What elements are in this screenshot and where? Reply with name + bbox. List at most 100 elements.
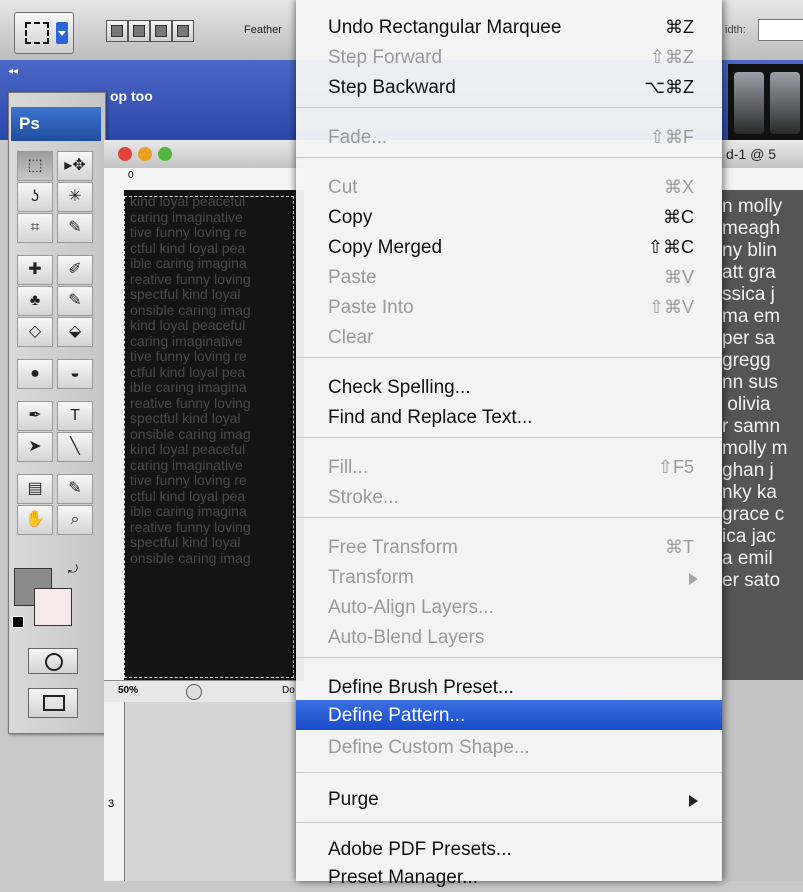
menu-shortcut: ⇧F5 bbox=[657, 457, 694, 477]
menu-item-clear[interactable]: Clear bbox=[296, 322, 722, 352]
menu-shortcut: ⇧⌘F bbox=[649, 127, 694, 147]
menu-item-paste[interactable]: Paste ⌘V bbox=[296, 262, 722, 292]
menu-item-preset-manager[interactable]: Preset Manager... bbox=[296, 862, 722, 892]
ruler-label: 3 bbox=[108, 798, 115, 810]
menu-item-fade[interactable]: Fade... ⇧⌘F bbox=[296, 122, 722, 152]
type-tool[interactable]: T bbox=[57, 401, 93, 431]
menu-item-cut[interactable]: Cut ⌘X bbox=[296, 172, 722, 202]
zoom-window-icon[interactable] bbox=[158, 147, 172, 161]
menu-item-copy-merged[interactable]: Copy Merged ⇧⌘C bbox=[296, 232, 722, 262]
width-label: idth: bbox=[725, 24, 746, 36]
menu-item-paste-into[interactable]: Paste Into ⇧⌘V bbox=[296, 292, 722, 322]
menu-item-undo-rectangular-marquee[interactable]: Undo Rectangular Marquee ⌘Z bbox=[296, 12, 722, 42]
right-canvas-text-line: r samn bbox=[722, 416, 781, 437]
subtract-selection-button[interactable] bbox=[150, 20, 172, 42]
menu-separator bbox=[296, 517, 722, 518]
lasso-tool[interactable]: ʖ bbox=[17, 182, 53, 212]
slice-tool[interactable]: ✎ bbox=[57, 213, 93, 243]
move-tool[interactable]: ▸✥ bbox=[57, 151, 93, 181]
right-canvas-text-line: n molly bbox=[722, 196, 783, 217]
crop-tool[interactable]: ⌗ bbox=[17, 213, 53, 243]
swap-colors-icon[interactable]: ⤾ bbox=[68, 562, 78, 577]
path-selection-tool[interactable]: ➤ bbox=[17, 432, 53, 462]
new-selection-button[interactable] bbox=[106, 20, 128, 42]
dropdown-arrow-icon[interactable] bbox=[56, 22, 68, 44]
menu-item-label: Define Pattern... bbox=[328, 705, 466, 726]
blur-tool[interactable]: ● bbox=[17, 359, 53, 389]
menu-item-label: Fade... bbox=[328, 127, 388, 148]
right-canvas-text-line: ica jac bbox=[722, 526, 776, 547]
dodge-tool[interactable]: ◒ bbox=[57, 359, 93, 389]
screen-mode-button[interactable] bbox=[28, 688, 78, 718]
right-canvas-text-line: ghan j bbox=[722, 460, 774, 481]
menu-shortcut: ⇧⌘Z bbox=[649, 47, 694, 67]
menu-item-check-spelling[interactable]: Check Spelling... bbox=[296, 372, 722, 402]
status-menu-icon[interactable] bbox=[186, 684, 202, 700]
menu-item-step-backward[interactable]: Step Backward ⌥⌘Z bbox=[296, 72, 722, 102]
menu-item-label: Copy Merged bbox=[328, 237, 443, 258]
submenu-arrow-icon bbox=[689, 573, 698, 585]
add-to-selection-button[interactable] bbox=[128, 20, 150, 42]
line-tool[interactable]: ╲ bbox=[57, 432, 93, 462]
paint-bucket-tool[interactable]: ⬙ bbox=[57, 317, 93, 347]
tool-preset-picker[interactable] bbox=[14, 12, 74, 54]
rectangular-marquee-tool[interactable]: ⬚ bbox=[17, 151, 53, 181]
history-brush-tool[interactable]: ✎ bbox=[57, 286, 93, 316]
menu-item-auto-align-layers[interactable]: Auto-Align Layers... bbox=[296, 592, 722, 622]
eyedropper-tool[interactable]: ✎ bbox=[57, 474, 93, 504]
menu-item-find-and-replace-text[interactable]: Find and Replace Text... bbox=[296, 402, 722, 432]
clone-stamp-tool[interactable]: ♣ bbox=[17, 286, 53, 316]
menu-item-free-transform[interactable]: Free Transform ⌘T bbox=[296, 532, 722, 562]
menu-separator bbox=[296, 157, 722, 158]
right-canvas-text-line: grace c bbox=[722, 504, 785, 525]
background-color-swatch[interactable] bbox=[34, 588, 72, 626]
menu-item-auto-blend-layers[interactable]: Auto-Blend Layers bbox=[296, 622, 722, 652]
ruler-origin-label: 0 bbox=[128, 170, 134, 181]
right-canvas-text-line: ny blin bbox=[722, 240, 777, 261]
right-canvas-text-line: er sato bbox=[722, 570, 781, 591]
subtract-selection-icon bbox=[155, 25, 167, 37]
menu-item-purge[interactable]: Purge bbox=[296, 784, 722, 814]
pen-tool[interactable]: ✒ bbox=[17, 401, 53, 431]
menu-item-label: Fill... bbox=[328, 457, 369, 478]
menu-shortcut: ⇧⌘V bbox=[648, 297, 694, 317]
menu-item-define-pattern[interactable]: Define Pattern... bbox=[296, 700, 722, 730]
notes-tool[interactable]: ▤ bbox=[17, 474, 53, 504]
menu-item-adobe-pdf-presets[interactable]: Adobe PDF Presets... bbox=[296, 834, 722, 864]
submenu-arrow-icon bbox=[689, 795, 698, 807]
menu-item-label: Undo Rectangular Marquee bbox=[328, 17, 562, 38]
menu-item-copy[interactable]: Copy ⌘C bbox=[296, 202, 722, 232]
default-colors-icon[interactable] bbox=[12, 616, 24, 628]
width-input[interactable] bbox=[758, 19, 803, 41]
zoom-tool[interactable]: ⌕ bbox=[57, 505, 93, 535]
menu-item-define-brush-preset[interactable]: Define Brush Preset... bbox=[296, 672, 722, 702]
menu-item-transform[interactable]: Transform bbox=[296, 562, 722, 592]
menu-item-fill[interactable]: Fill... ⇧F5 bbox=[296, 452, 722, 482]
menu-item-stroke[interactable]: Stroke... bbox=[296, 482, 722, 512]
intersect-selection-button[interactable] bbox=[172, 20, 194, 42]
menu-item-step-forward[interactable]: Step Forward ⇧⌘Z bbox=[296, 42, 722, 72]
right-canvas-text-line: nn sus bbox=[722, 372, 778, 393]
thumbnail-image[interactable] bbox=[770, 72, 800, 134]
brush-tool[interactable]: ✐ bbox=[57, 255, 93, 285]
menu-item-label: Paste Into bbox=[328, 297, 414, 318]
right-document-canvas[interactable]: n molly meagh ny blin att gra ssica j ma em pe… bbox=[722, 190, 803, 680]
thumbnail-image[interactable] bbox=[734, 72, 764, 134]
menu-item-define-custom-shape[interactable]: Define Custom Shape... bbox=[296, 732, 722, 762]
close-window-icon[interactable] bbox=[118, 147, 132, 161]
add-selection-icon bbox=[133, 25, 145, 37]
right-document-title[interactable]: d-1 @ 5 bbox=[722, 140, 803, 168]
menu-shortcut: ⌘V bbox=[663, 267, 694, 287]
right-canvas-text-line: meagh bbox=[722, 218, 781, 239]
menu-item-label: Clear bbox=[328, 327, 374, 348]
eraser-tool[interactable]: ◇ bbox=[17, 317, 53, 347]
collapse-panels-icon[interactable]: ◂◂ bbox=[8, 66, 18, 77]
quick-mask-button[interactable] bbox=[28, 648, 78, 674]
menu-item-label: Paste bbox=[328, 267, 377, 288]
healing-brush-tool[interactable]: ✚ bbox=[17, 255, 53, 285]
menu-item-label: Adobe PDF Presets... bbox=[328, 839, 512, 860]
zoom-level[interactable]: 50% bbox=[118, 685, 138, 696]
magic-wand-tool[interactable]: ✳ bbox=[57, 182, 93, 212]
hand-tool[interactable]: ✋ bbox=[17, 505, 53, 535]
minimize-window-icon[interactable] bbox=[138, 147, 152, 161]
